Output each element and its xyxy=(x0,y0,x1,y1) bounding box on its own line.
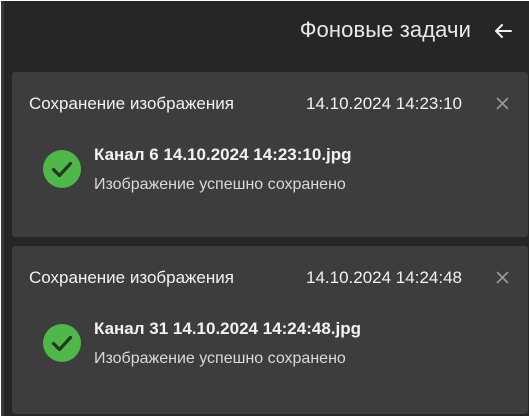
task-card: Сохранение изображения 14.10.2024 14:23:… xyxy=(12,72,528,237)
dismiss-task-button[interactable] xyxy=(493,94,511,112)
saved-file-name: Канал 31 14.10.2024 14:24:48.jpg xyxy=(94,319,361,338)
task-title: Сохранение изображения xyxy=(29,268,234,287)
task-status-text: Изображение успешно сохранено xyxy=(94,350,346,367)
back-button[interactable] xyxy=(489,17,517,45)
task-status-text: Изображение успешно сохранено xyxy=(94,176,346,193)
check-circle-icon xyxy=(43,150,81,188)
task-time: 14.10.2024 14:24:48 xyxy=(306,268,462,287)
check-circle-icon xyxy=(43,324,81,362)
task-title: Сохранение изображения xyxy=(29,94,234,113)
background-tasks-panel: Фоновые задачи Сохранение изображения 14… xyxy=(1,1,529,416)
panel-header: Фоновые задачи xyxy=(4,1,529,61)
dismiss-task-button[interactable] xyxy=(493,268,511,286)
panel-title: Фоновые задачи xyxy=(299,17,471,42)
arrow-left-icon xyxy=(495,24,512,38)
task-card: Сохранение изображения 14.10.2024 14:24:… xyxy=(12,246,528,414)
close-icon xyxy=(496,97,508,109)
saved-file-name: Канал 6 14.10.2024 14:23:10.jpg xyxy=(94,145,352,164)
close-icon xyxy=(496,271,508,283)
task-time: 14.10.2024 14:23:10 xyxy=(306,94,462,113)
